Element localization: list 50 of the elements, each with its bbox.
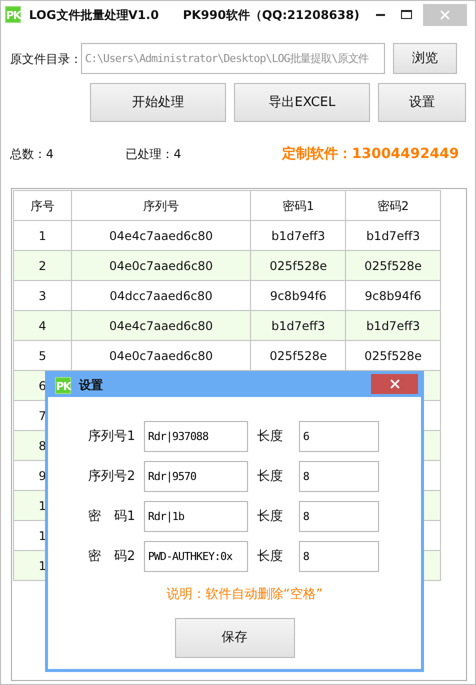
total-label: 总数： bbox=[10, 146, 46, 163]
app-logo: PK bbox=[5, 6, 21, 23]
field-label: 密 码1 bbox=[88, 508, 136, 526]
field-label: 长度 bbox=[257, 468, 283, 486]
close-button[interactable] bbox=[371, 374, 418, 394]
minimize-icon bbox=[376, 14, 384, 16]
processed-count: 4 bbox=[174, 146, 182, 163]
length-field[interactable]: 8 bbox=[299, 461, 379, 492]
field-label: 长度 bbox=[257, 508, 283, 526]
text-field[interactable]: Rdr|937088 bbox=[144, 421, 248, 452]
table-cell: 4 bbox=[14, 310, 72, 340]
maximize-icon bbox=[400, 10, 412, 19]
field-label: 长度 bbox=[257, 548, 283, 566]
field-label: 长度 bbox=[257, 428, 283, 446]
close-icon bbox=[390, 379, 400, 389]
action-button[interactable]: 导出EXCEL bbox=[234, 83, 370, 122]
table-cell: 2 bbox=[14, 250, 72, 280]
column-header: 序列号 bbox=[71, 190, 251, 220]
text-field[interactable]: Rdr|9570 bbox=[144, 461, 248, 492]
table-cell: 04e4c7aaed6c80 bbox=[71, 310, 251, 340]
save-button[interactable]: 保存 bbox=[174, 618, 294, 658]
total-count: 4 bbox=[46, 146, 54, 163]
column-header: 序号 bbox=[14, 190, 72, 220]
length-field[interactable]: 8 bbox=[299, 501, 379, 532]
close-icon bbox=[440, 10, 450, 20]
dialog-title: 设置 bbox=[79, 377, 103, 394]
contact-text: 定制软件：13004492449 bbox=[282, 144, 459, 164]
field-label: 序列号1 bbox=[88, 428, 136, 446]
window-title: LOG文件批量处理V1.0 bbox=[29, 6, 159, 24]
table-cell: 025f528e bbox=[250, 250, 346, 280]
table-cell: 04e0c7aaed6c80 bbox=[71, 250, 251, 280]
action-button[interactable]: 开始处理 bbox=[90, 83, 226, 122]
column-header: 密码2 bbox=[346, 190, 440, 220]
column-header: 密码1 bbox=[250, 190, 346, 220]
text-field[interactable]: PWD-AUTHKEY:0x bbox=[144, 541, 248, 572]
table-cell: b1d7eff3 bbox=[346, 310, 440, 340]
length-field[interactable]: 8 bbox=[299, 541, 379, 572]
browse-button[interactable]: 浏览 bbox=[393, 43, 457, 74]
action-button[interactable]: 设置 bbox=[378, 83, 466, 122]
length-field[interactable]: 6 bbox=[299, 421, 379, 452]
note-text: 说明：软件自动删除“空格” bbox=[165, 586, 324, 604]
table-cell: b1d7eff3 bbox=[250, 310, 346, 340]
window-subtitle: PK990软件（QQ:21208638) bbox=[182, 6, 360, 24]
text-field[interactable]: Rdr|1b bbox=[144, 501, 248, 532]
app-logo: PK bbox=[55, 376, 71, 394]
table-cell: 025f528e bbox=[346, 250, 440, 280]
field-label: 原文件目录： bbox=[9, 50, 81, 68]
field-label: 序列号2 bbox=[88, 468, 136, 486]
field-label: 密 码2 bbox=[88, 548, 136, 566]
processed-label: 已处理： bbox=[126, 146, 174, 163]
